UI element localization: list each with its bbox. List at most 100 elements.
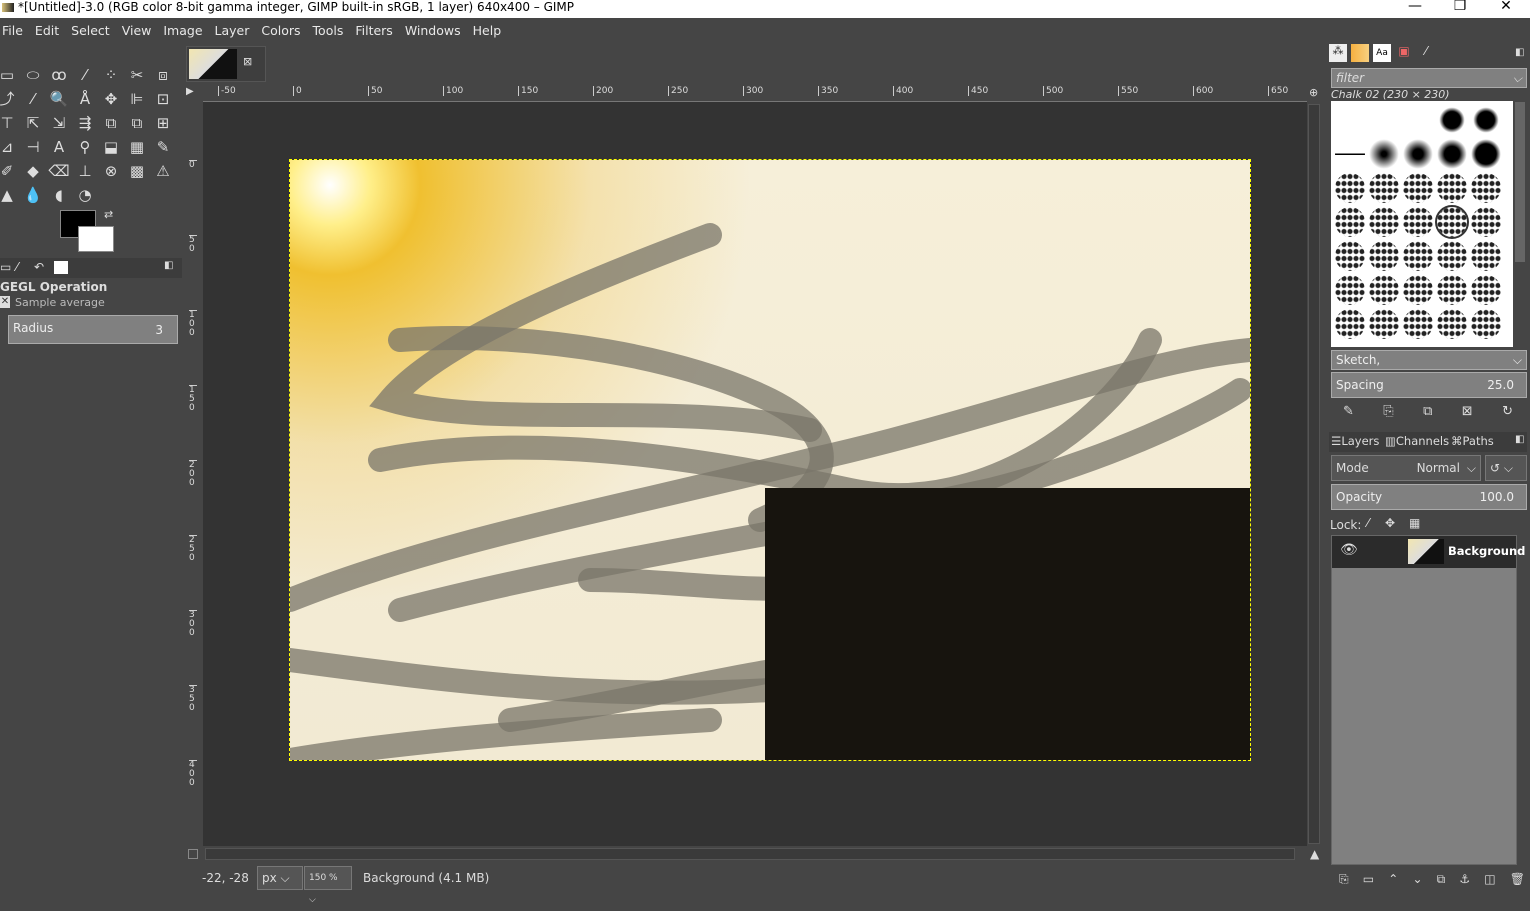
layers-dock-menu-icon[interactable]: ◧: [1515, 434, 1524, 445]
undo-history-tab-icon[interactable]: ↶: [34, 260, 44, 274]
menu-filters[interactable]: Filters: [353, 23, 399, 38]
close-button[interactable]: ✕: [1486, 0, 1526, 14]
brush-list-scrollbar[interactable]: [1515, 102, 1525, 262]
tool-button[interactable]: ◔: [74, 184, 96, 206]
tool-button[interactable]: ⌫: [48, 160, 70, 182]
quick-mask-toggle-icon[interactable]: ▶: [186, 86, 194, 97]
zoom-select[interactable]: 150 % ⌵: [304, 866, 352, 905]
close-tab-icon[interactable]: ⊠: [243, 55, 252, 68]
tool-button[interactable]: ⇶: [74, 112, 96, 134]
maximize-button[interactable]: ❐: [1440, 0, 1480, 14]
menu-help[interactable]: Help: [471, 23, 509, 38]
layer-row[interactable]: 👁 Background: [1332, 536, 1525, 568]
opacity-field[interactable]: Opacity 100.0: [1331, 484, 1527, 510]
tool-button[interactable]: ⊥: [74, 160, 96, 182]
brush-preview[interactable]: [1335, 173, 1365, 203]
brush-preview[interactable]: [1403, 105, 1433, 135]
anchor-layer-icon[interactable]: ⚓: [1459, 872, 1470, 887]
menu-edit[interactable]: Edit: [33, 23, 66, 38]
tool-button[interactable]: ◆: [22, 160, 44, 182]
brush-preview[interactable]: [1335, 275, 1365, 305]
brush-preview[interactable]: [1335, 105, 1365, 135]
tool-button[interactable]: ◖: [48, 184, 70, 206]
paint-dynamics-tab-icon[interactable]: ⁄: [1417, 44, 1435, 62]
tool-options-tab-icon[interactable]: ▭: [0, 260, 11, 274]
mask-layer-icon[interactable]: ◫: [1484, 872, 1495, 887]
brush-preview[interactable]: [1369, 241, 1399, 271]
layer-mode-select[interactable]: Mode Normal ⌵: [1331, 455, 1481, 481]
tool-button[interactable]: Å: [74, 88, 96, 110]
brush-preview[interactable]: [1369, 309, 1399, 339]
tool-button[interactable]: ✎: [152, 136, 174, 158]
images-tab-icon[interactable]: [54, 261, 68, 274]
menu-layer[interactable]: Layer: [213, 23, 257, 38]
brush-preview[interactable]: [1437, 173, 1467, 203]
menu-file[interactable]: File: [0, 23, 30, 38]
brush-preview[interactable]: [1335, 241, 1365, 271]
tool-button[interactable]: ⊣: [22, 136, 44, 158]
brush-preview[interactable]: [1403, 241, 1433, 271]
menu-image[interactable]: Image: [161, 23, 209, 38]
device-status-tab-icon[interactable]: ⁄: [16, 260, 18, 274]
lower-layer-icon[interactable]: ⌄: [1412, 872, 1422, 887]
brush-preview[interactable]: [1435, 205, 1469, 239]
navigate-image-icon[interactable]: ▲: [1310, 847, 1319, 861]
tool-button[interactable]: ✐: [0, 160, 18, 182]
background-color[interactable]: [78, 226, 114, 252]
lock-alpha-icon[interactable]: ▦: [1409, 516, 1420, 530]
menu-colors[interactable]: Colors: [259, 23, 307, 38]
tool-button[interactable]: ⇱: [22, 112, 44, 134]
tab-channels[interactable]: ▥Channels: [1385, 434, 1449, 448]
tool-button[interactable]: ꝏ: [48, 64, 70, 86]
edit-brush-icon[interactable]: ✎: [1343, 404, 1354, 419]
duplicate-brush-icon[interactable]: ⧉: [1423, 404, 1432, 419]
brush-preview[interactable]: [1437, 275, 1467, 305]
fonts-tab-icon[interactable]: Aa: [1373, 44, 1391, 62]
brush-grid[interactable]: [1331, 101, 1513, 347]
tool-button[interactable]: ✂: [126, 64, 148, 86]
new-layer-group-icon[interactable]: ▭: [1363, 872, 1374, 887]
tool-button[interactable]: ⊗: [100, 160, 122, 182]
tool-button[interactable]: ⊡: [152, 88, 174, 110]
tool-button[interactable]: ⊤: [0, 112, 18, 134]
menu-windows[interactable]: Windows: [403, 23, 468, 38]
brush-preview[interactable]: [1369, 173, 1399, 203]
tool-button[interactable]: ⁄: [22, 88, 44, 110]
brush-preview[interactable]: [1437, 139, 1467, 169]
swap-colors-icon[interactable]: ⇄: [104, 208, 113, 221]
tool-button[interactable]: ⧈: [152, 64, 174, 86]
brush-preview[interactable]: [1437, 241, 1467, 271]
tool-button[interactable]: ⧉: [126, 112, 148, 134]
radius-field[interactable]: Radius 3: [8, 315, 178, 344]
brush-preview[interactable]: [1403, 275, 1433, 305]
delete-brush-icon[interactable]: ⊠: [1462, 404, 1473, 419]
brush-preview[interactable]: [1403, 173, 1433, 203]
horizontal-scrollbar[interactable]: [205, 848, 1295, 860]
brush-preview[interactable]: [1369, 275, 1399, 305]
new-brush-icon[interactable]: ⎘: [1383, 404, 1393, 419]
refresh-brushes-icon[interactable]: ↻: [1502, 404, 1513, 419]
vertical-scrollbar[interactable]: [1308, 104, 1320, 844]
tool-button[interactable]: ▲: [0, 184, 18, 206]
tool-button[interactable]: ⚠: [152, 160, 174, 182]
lock-position-icon[interactable]: ✥: [1385, 516, 1395, 530]
tool-button[interactable]: ▦: [126, 136, 148, 158]
brush-preview[interactable]: [1403, 207, 1433, 237]
brush-preview[interactable]: [1471, 309, 1501, 339]
tool-button[interactable]: ▩: [126, 160, 148, 182]
unit-select[interactable]: px ⌵: [257, 866, 303, 890]
brush-preview[interactable]: [1471, 105, 1501, 135]
image-canvas[interactable]: [289, 159, 1251, 761]
brush-preview[interactable]: [1369, 105, 1399, 135]
tool-button[interactable]: ⁘: [100, 64, 122, 86]
brush-preview[interactable]: [1437, 105, 1467, 135]
brush-preview[interactable]: [1471, 207, 1501, 237]
composite-mode-select[interactable]: ↺ ⌵: [1485, 455, 1527, 481]
canvas-view[interactable]: [203, 102, 1307, 846]
tool-button[interactable]: ⊿: [0, 136, 18, 158]
delete-layer-icon[interactable]: 🗑: [1510, 872, 1525, 887]
tool-button[interactable]: ⁄: [74, 64, 96, 86]
menu-tools[interactable]: Tools: [311, 23, 351, 38]
raise-layer-icon[interactable]: ⌃: [1388, 872, 1398, 887]
lock-pixels-icon[interactable]: ⁄: [1367, 516, 1369, 530]
